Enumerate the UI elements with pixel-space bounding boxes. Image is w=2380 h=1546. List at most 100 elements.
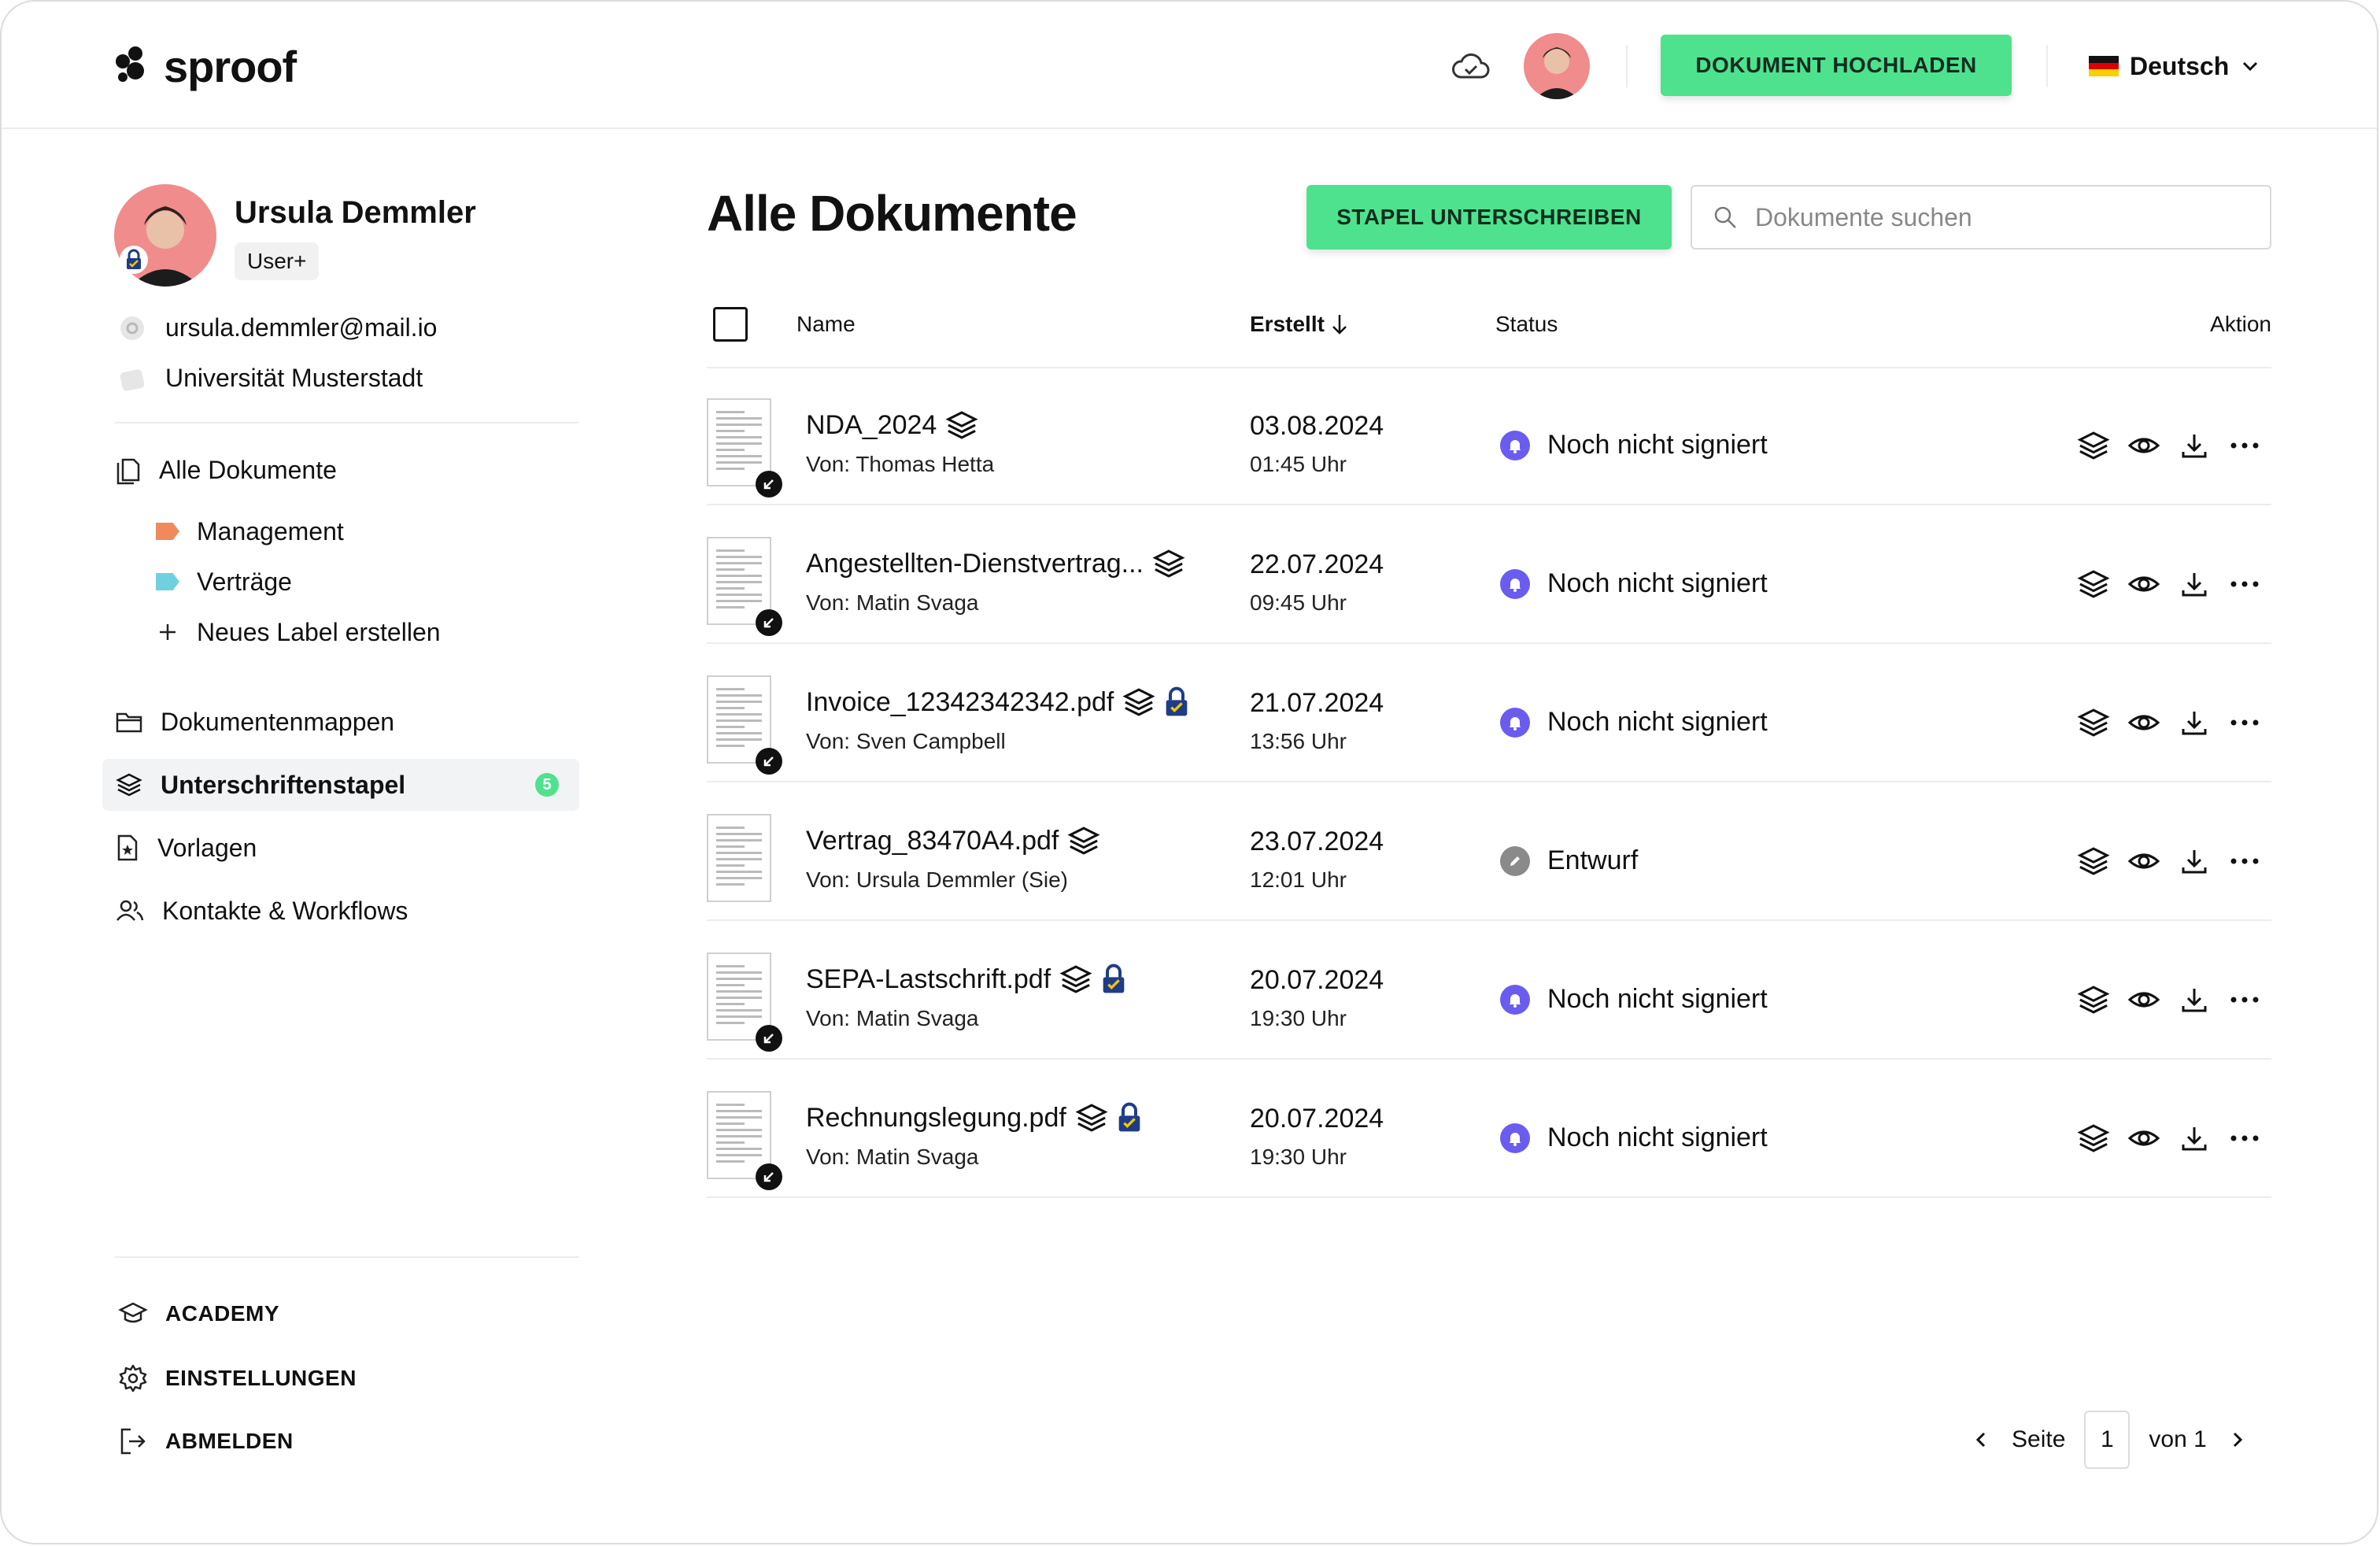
download-button[interactable]	[2177, 705, 2212, 740]
layers-icon	[2077, 847, 2110, 875]
more-options-button[interactable]	[2227, 844, 2262, 878]
label-management[interactable]: Management	[156, 510, 344, 553]
status-label: Noch nicht signiert	[1547, 430, 1768, 460]
language-selector[interactable]: Deutsch	[2089, 46, 2260, 87]
nav-logout[interactable]: ABMELDEN	[118, 1426, 294, 1456]
more-options-button[interactable]	[2227, 567, 2262, 601]
app-window: sproof DOKUMENT HOCHLADEN Deutsch Ursula…	[0, 0, 2378, 1544]
document-date: 21.07.2024	[1250, 688, 1384, 718]
document-name: Vertrag_83470A4.pdf	[806, 825, 1059, 856]
document-status: Noch nicht signiert	[1500, 984, 1768, 1015]
preview-button[interactable]	[2127, 844, 2161, 878]
column-status[interactable]: Status	[1495, 312, 1558, 337]
add-to-batch-button[interactable]	[2076, 567, 2111, 601]
download-button[interactable]	[2177, 1121, 2212, 1156]
search-box[interactable]	[1691, 185, 2271, 250]
nav-signature-batch[interactable]: Unterschriftenstapel 5	[102, 759, 579, 811]
document-sender: Von: Ursula Demmler (Sie)	[806, 867, 1068, 892]
german-flag-icon	[2089, 56, 2119, 77]
add-to-batch-button[interactable]	[2076, 705, 2111, 740]
label-vertraege[interactable]: Verträge	[156, 560, 292, 603]
preview-button[interactable]	[2127, 705, 2161, 740]
nav-templates[interactable]: Vorlagen	[102, 822, 579, 874]
nav-label: Alle Dokumente	[159, 455, 337, 484]
column-created-label: Erstellt	[1250, 312, 1325, 336]
graduation-cap-icon	[118, 1302, 148, 1323]
contacts-icon	[116, 900, 144, 921]
preview-button[interactable]	[2127, 567, 2161, 601]
nav-label: Unterschriftenstapel	[161, 770, 406, 799]
search-input[interactable]	[1754, 202, 2229, 233]
document-thumbnail[interactable]	[707, 814, 771, 902]
at-sign-icon	[120, 316, 144, 340]
download-button[interactable]	[2177, 567, 2212, 601]
table-row[interactable]: NDA_2024 Von: Thomas Hetta 03.08.2024 01…	[707, 367, 2271, 505]
user-avatar[interactable]	[1524, 33, 1590, 99]
document-name-cell[interactable]: SEPA-Lastschrift.pdf	[806, 962, 1126, 997]
chevron-left-icon[interactable]	[1969, 1428, 1993, 1452]
preview-button[interactable]	[2127, 1121, 2161, 1156]
select-all-checkbox[interactable]	[713, 307, 748, 342]
cloud-sync-icon[interactable]	[1450, 49, 1491, 83]
plus-icon	[160, 624, 176, 640]
add-to-batch-button[interactable]	[2076, 844, 2111, 878]
profile-organization: Universität Musterstadt	[165, 364, 423, 392]
chevron-right-icon[interactable]	[2226, 1428, 2249, 1452]
document-name: Invoice_12342342342.pdf	[806, 686, 1114, 717]
add-to-batch-button[interactable]	[2076, 1121, 2111, 1156]
download-button[interactable]	[2177, 428, 2212, 463]
document-sender: Von: Thomas Hetta	[806, 452, 995, 476]
preview-button[interactable]	[2127, 428, 2161, 463]
table-row[interactable]: Invoice_12342342342.pdf Von: Sven Campbe…	[707, 644, 2271, 782]
column-created[interactable]: Erstellt	[1250, 312, 1348, 337]
document-sender: Von: Matin Svaga	[806, 590, 979, 615]
building-icon	[120, 368, 145, 391]
nav-academy[interactable]: ACADEMY	[118, 1300, 279, 1327]
download-button[interactable]	[2177, 844, 2212, 878]
more-options-button[interactable]	[2227, 705, 2262, 740]
page-title: Alle Dokumente	[707, 185, 1077, 242]
more-options-button[interactable]	[2227, 982, 2262, 1017]
document-status: Noch nicht signiert	[1500, 430, 1768, 460]
row-actions	[2076, 844, 2262, 878]
sproof-logo[interactable]: sproof	[112, 41, 297, 91]
upload-document-button[interactable]: DOKUMENT HOCHLADEN	[1661, 35, 2012, 96]
draft-pencil-icon	[1500, 845, 1530, 876]
layers-icon	[2077, 431, 2110, 460]
page-number-input[interactable]: 1	[2084, 1411, 2131, 1469]
new-label-button[interactable]: Neues Label erstellen	[156, 611, 441, 653]
qualified-signature-lock-icon	[1166, 686, 1188, 716]
download-button[interactable]	[2177, 982, 2212, 1017]
more-options-button[interactable]	[2227, 428, 2262, 463]
batch-sign-button[interactable]: STAPEL UNTERSCHREIBEN	[1306, 185, 1672, 250]
more-options-button[interactable]	[2227, 1121, 2262, 1156]
column-name[interactable]: Name	[796, 312, 856, 337]
nav-folders[interactable]: Dokumentenmappen	[102, 696, 579, 748]
nav-contacts[interactable]: Kontakte & Workflows	[102, 885, 579, 937]
document-name: NDA_2024	[806, 409, 937, 440]
table-row[interactable]: Rechnungslegung.pdf Von: Matin Svaga 20.…	[707, 1060, 2271, 1198]
profile-email: ursula.demmler@mail.io	[165, 313, 438, 342]
table-row[interactable]: Angestellten-Dienstvertrag... Von: Matin…	[707, 505, 2271, 644]
document-name-cell[interactable]: Invoice_12342342342.pdf	[806, 685, 1189, 719]
table-row[interactable]: SEPA-Lastschrift.pdf Von: Matin Svaga 20…	[707, 921, 2271, 1060]
table-row[interactable]: Vertrag_83470A4.pdf Von: Ursula Demmler …	[707, 782, 2271, 921]
add-to-batch-button[interactable]	[2076, 982, 2111, 1017]
nav-label: Vorlagen	[157, 833, 257, 862]
document-time: 13:56 Uhr	[1250, 729, 1347, 753]
nav-label: ABMELDEN	[165, 1429, 294, 1453]
nav-settings[interactable]: EINSTELLUNGEN	[118, 1363, 357, 1393]
divider	[2046, 45, 2048, 87]
document-name-cell[interactable]: Vertrag_83470A4.pdf	[806, 823, 1101, 858]
document-name-cell[interactable]: NDA_2024	[806, 408, 979, 442]
preview-button[interactable]	[2127, 982, 2161, 1017]
folder-icon	[116, 712, 142, 733]
logout-icon	[120, 1428, 146, 1455]
eye-icon	[2127, 576, 2160, 592]
nav-all-documents[interactable]: Alle Dokumente	[102, 444, 579, 496]
document-name-cell[interactable]: Angestellten-Dienstvertrag...	[806, 546, 1186, 581]
document-sender: Von: Matin Svaga	[806, 1145, 979, 1169]
document-name-cell[interactable]: Rechnungslegung.pdf	[806, 1100, 1142, 1135]
add-to-batch-button[interactable]	[2076, 428, 2111, 463]
status-label: Noch nicht signiert	[1547, 568, 1768, 598]
